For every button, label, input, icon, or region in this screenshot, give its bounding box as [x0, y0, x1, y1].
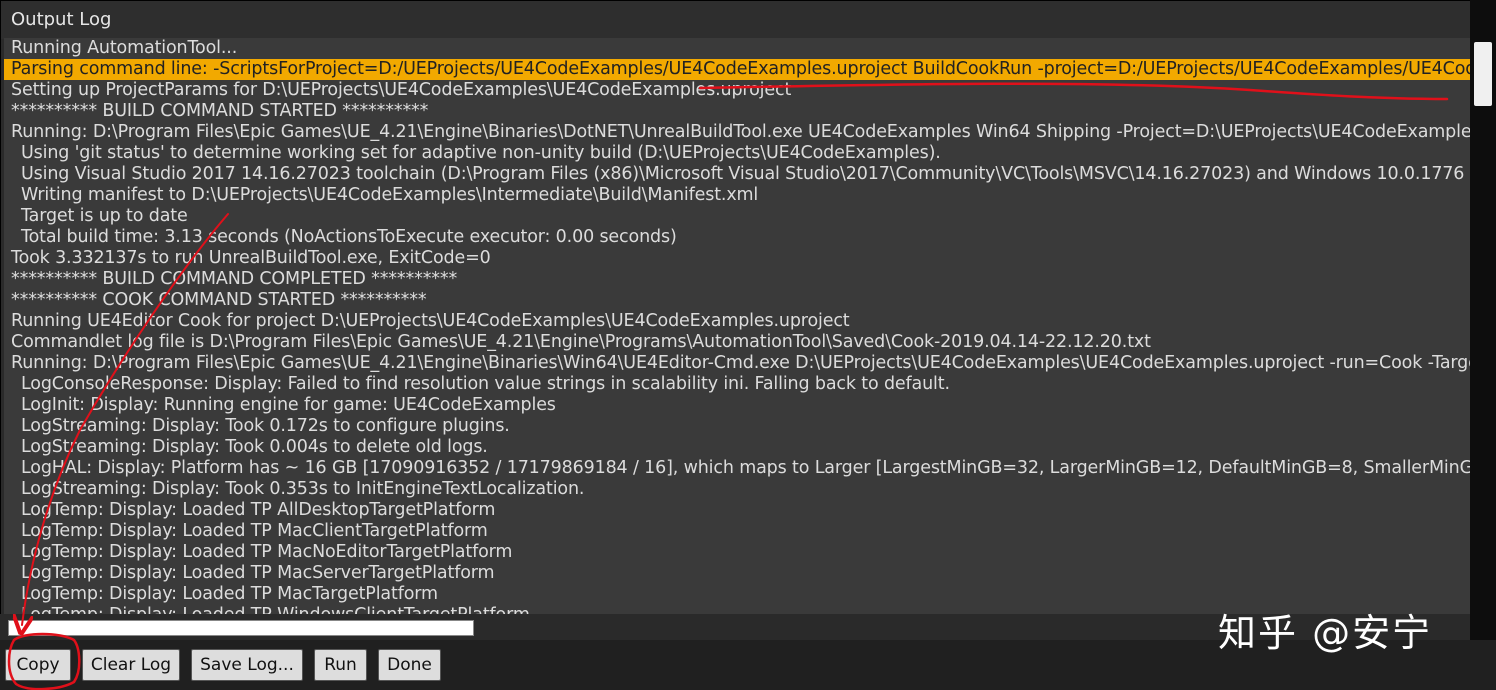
- log-line: Running: D:\Program Files\Epic Games\UE_…: [11, 122, 1470, 142]
- clear-log-button[interactable]: Clear Log: [82, 649, 180, 681]
- log-scrollbar-thumb[interactable]: [1474, 42, 1492, 106]
- log-line: LogInit: Display: Running engine for gam…: [21, 395, 556, 415]
- log-line: Using 'git status' to determine working …: [21, 143, 941, 163]
- log-line: LogTemp: Display: Loaded TP AllDesktopTa…: [21, 500, 496, 520]
- log-line: LogHAL: Display: Platform has ~ 16 GB [1…: [21, 458, 1470, 478]
- window-title: Output Log: [1, 1, 1471, 39]
- log-line: Using Visual Studio 2017 14.16.27023 too…: [21, 164, 1465, 184]
- log-line: Writing manifest to D:\UEProjects\UE4Cod…: [21, 185, 759, 205]
- run-button[interactable]: Run: [314, 649, 367, 681]
- log-line: Total build time: 3.13 seconds (NoAction…: [21, 227, 677, 247]
- log-line: ********** BUILD COMMAND COMPLETED *****…: [11, 269, 458, 289]
- log-line: Setting up ProjectParams for D:\UEProjec…: [11, 80, 792, 100]
- log-line: Running UE4Editor Cook for project D:\UE…: [11, 311, 850, 331]
- watermark-text: 知乎 @安宁: [1218, 611, 1433, 655]
- log-lines: Running AutomationTool... Parsing command…: [4, 38, 1470, 614]
- log-line: Commandlet log file is D:\Program Files\…: [11, 332, 1151, 352]
- copy-button[interactable]: Copy: [5, 649, 71, 681]
- log-line: LogTemp: Display: Loaded TP MacNoEditorT…: [21, 542, 513, 562]
- log-line: Running AutomationTool...: [11, 38, 238, 58]
- log-line: Running: D:\Program Files\Epic Games\UE_…: [11, 353, 1470, 373]
- log-line-highlighted: Parsing command line: -ScriptsForProject…: [4, 59, 1470, 80]
- log-line: Took 3.332137s to run UnrealBuildTool.ex…: [11, 248, 491, 268]
- log-line: LogTemp: Display: Loaded TP MacClientTar…: [21, 521, 488, 541]
- log-line: LogStreaming: Display: Took 0.172s to co…: [21, 416, 510, 436]
- log-line: LogStreaming: Display: Took 0.004s to de…: [21, 437, 488, 457]
- log-line: LogStreaming: Display: Took 0.353s to In…: [21, 479, 585, 499]
- log-line: LogConsoleResponse: Display: Failed to f…: [21, 374, 950, 394]
- log-scrollbar[interactable]: [1470, 38, 1496, 614]
- save-log-button[interactable]: Save Log...: [191, 649, 303, 681]
- done-button[interactable]: Done: [378, 649, 441, 681]
- log-line: Target is up to date: [21, 206, 188, 226]
- log-area[interactable]: Running AutomationTool... Parsing command…: [4, 38, 1470, 614]
- log-line: ********** COOK COMMAND STARTED ********…: [11, 290, 427, 310]
- log-line: ********** BUILD COMMAND STARTED *******…: [11, 101, 429, 121]
- log-line: LogTemp: Display: Loaded TP MacServerTar…: [21, 563, 495, 583]
- command-input[interactable]: [8, 620, 474, 636]
